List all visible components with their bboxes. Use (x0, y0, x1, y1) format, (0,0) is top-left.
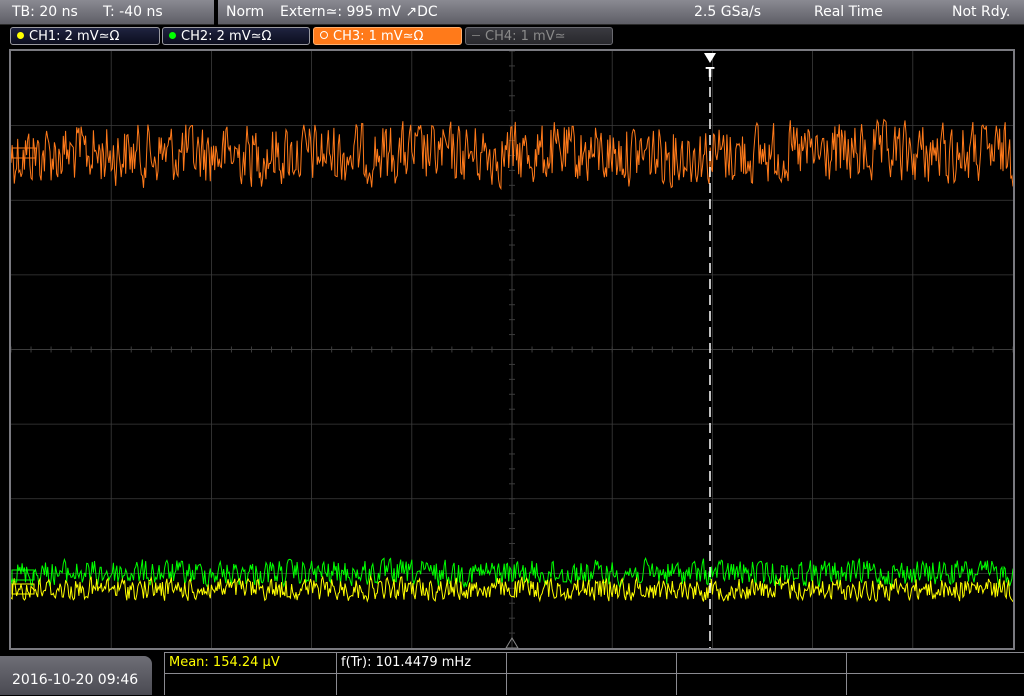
measurement-cell-empty-8[interactable] (846, 674, 1024, 695)
trigger-mode: Norm (226, 4, 265, 20)
measurement-cell-mean[interactable]: Mean: 154.24 µV (164, 653, 336, 674)
trigger-arrow-icon (704, 53, 716, 63)
channel-tabs: CH1: 2 mV≃Ω CH2: 2 mV≃Ω CH3: 1 mV≃Ω CH4:… (0, 26, 1024, 48)
measurement-cell-empty-7[interactable] (676, 674, 846, 695)
measurement-frequency: f(Tr): 101.4479 mHz (341, 655, 472, 670)
datetime-panel: 2016-10-20 09:46 (0, 656, 152, 695)
channel-2-tab[interactable]: CH2: 2 mV≃Ω (162, 27, 310, 45)
channel-3-color-icon (320, 31, 328, 39)
timebase-readout: TB: 20 ns (12, 4, 78, 20)
channel-2-color-icon (169, 32, 176, 39)
trigger-source: Extern≃: 995 mV ↗DC (280, 4, 438, 20)
acquisition-mode: Real Time (814, 4, 883, 20)
channel-3-tab[interactable]: CH3: 1 mV≃Ω (313, 27, 462, 45)
channel-4-off-icon (472, 35, 480, 36)
measurement-mean: Mean: 154.24 µV (169, 655, 280, 670)
measurement-panel[interactable]: Mean: 154.24 µV f(Tr): 101.4479 mHz (164, 652, 1024, 696)
status-bar: TB: 20 ns T: -40 ns Norm Extern≃: 995 mV… (0, 0, 1024, 25)
channel-1-label: CH1: 2 mV≃Ω (29, 29, 120, 44)
datetime: 2016-10-20 09:46 (12, 672, 139, 688)
measurement-cell-empty-3[interactable] (846, 653, 1024, 674)
measurement-cell-empty-5[interactable] (336, 674, 506, 695)
channel-1-tab[interactable]: CH1: 2 mV≃Ω (10, 27, 160, 45)
timebase-panel[interactable]: TB: 20 ns T: -40 ns (0, 0, 214, 25)
measurement-cell-empty-1[interactable] (506, 653, 676, 674)
channel-1-color-icon (17, 32, 24, 39)
run-status: Not Rdy. (952, 4, 1011, 20)
acquisition-panel[interactable]: Norm Extern≃: 995 mV ↗DC 2.5 GSa/s Real … (218, 0, 1024, 25)
trigger-label: T (706, 66, 715, 81)
waveform-graticule: T (11, 51, 1013, 648)
channel-3-label: CH3: 1 mV≃Ω (333, 29, 424, 44)
measurement-cell-empty-2[interactable] (676, 653, 846, 674)
channel-2-label: CH2: 2 mV≃Ω (181, 29, 272, 44)
trigger-time-readout: T: -40 ns (103, 4, 163, 20)
channel-4-label: CH4: 1 mV≃ (485, 29, 566, 44)
measurement-cell-frequency[interactable]: f(Tr): 101.4479 mHz (336, 653, 506, 674)
measurement-cell-empty-6[interactable] (506, 674, 676, 695)
measurement-cell-empty-4[interactable] (164, 674, 336, 695)
sample-rate: 2.5 GSa/s (694, 4, 762, 20)
channel-4-tab[interactable]: CH4: 1 mV≃ (465, 27, 613, 45)
